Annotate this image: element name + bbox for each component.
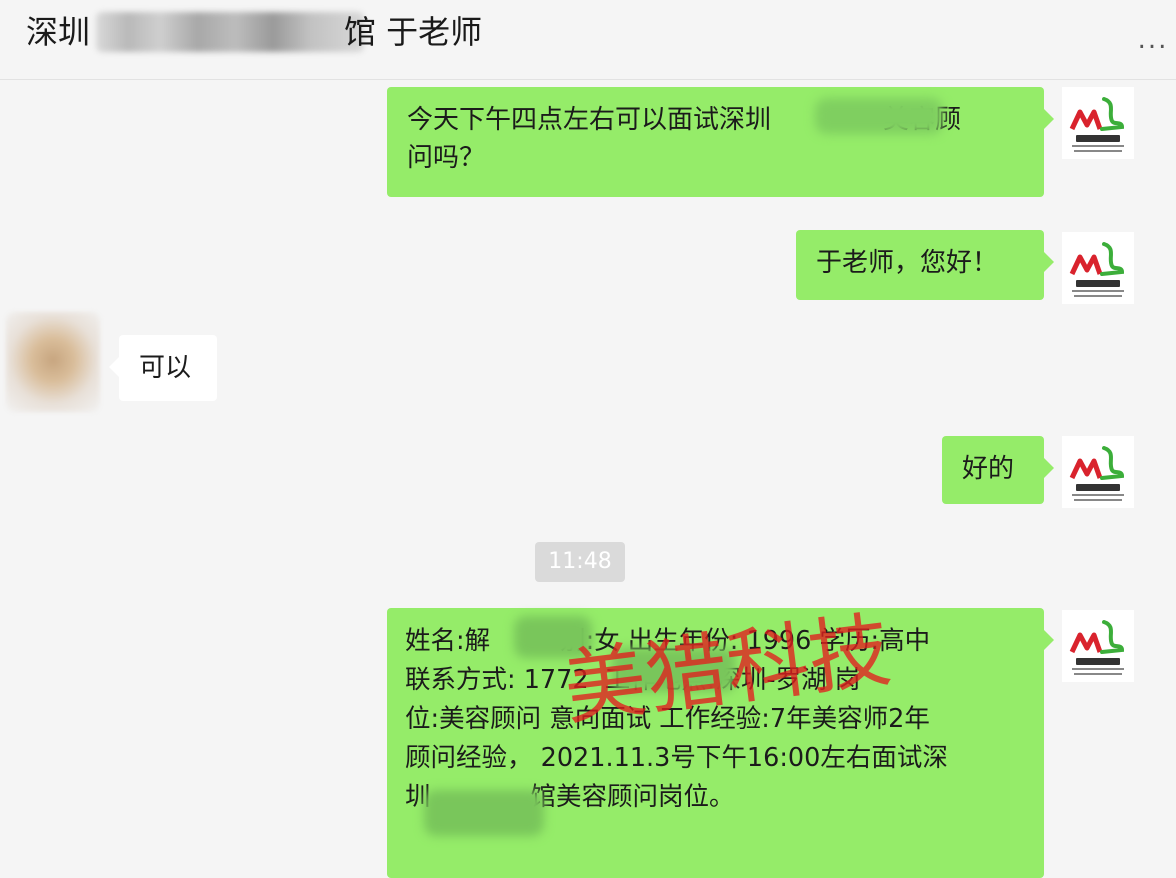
message-bubble-outgoing[interactable]: 好的 — [942, 436, 1054, 504]
brand-logo-icon — [1069, 620, 1125, 675]
redacted-blur — [424, 790, 544, 836]
timestamp: 11:48 — [535, 542, 625, 582]
message-bubble-outgoing[interactable]: 于老师，您好！ — [796, 230, 1054, 300]
chat-header: 深圳 馆 于老师 ... — [0, 0, 1176, 80]
redacted-blur — [514, 616, 592, 658]
chat-title-start: 深圳 — [26, 13, 91, 51]
message-text: 可以 — [139, 353, 192, 383]
contact-avatar[interactable] — [6, 312, 100, 412]
more-options-icon[interactable]: ... — [1130, 22, 1176, 58]
message-bubble-outgoing[interactable]: 今天下午四点左右可以面试深圳美容顾 问吗？ — [387, 87, 1054, 197]
message-text-end: 馆美容顾问岗位。 — [530, 782, 735, 812]
message-text: 姓名:解 — [405, 626, 491, 656]
brand-logo-icon — [1069, 446, 1125, 501]
brand-logo-icon — [1069, 97, 1125, 152]
my-avatar[interactable] — [1062, 436, 1134, 508]
my-avatar[interactable] — [1062, 87, 1134, 159]
redacted-blur — [815, 98, 943, 134]
brand-logo-icon — [1069, 242, 1125, 297]
redacted-blur — [612, 648, 736, 692]
message-text: 今天下午四点左右可以面试深圳 — [407, 105, 772, 135]
message-bubble-incoming[interactable]: 可以 — [109, 335, 217, 401]
my-avatar[interactable] — [1062, 610, 1134, 682]
message-text: 好的 — [962, 454, 1015, 484]
chat-title-end: 馆 于老师 — [344, 13, 483, 51]
my-avatar[interactable] — [1062, 232, 1134, 304]
message-text: 于老师，您好！ — [816, 248, 999, 278]
redacted-title-blur — [96, 12, 364, 52]
